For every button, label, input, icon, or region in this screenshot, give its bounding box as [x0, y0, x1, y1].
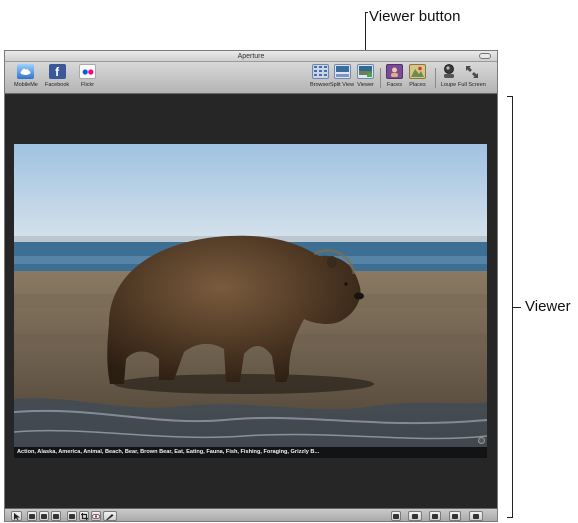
metadata-display-icon — [393, 513, 399, 519]
browser-icon — [311, 64, 329, 79]
viewer-bracket-bottom — [507, 517, 513, 518]
rotate-tool-button[interactable] — [27, 511, 37, 521]
viewer-callout-tick — [512, 307, 521, 308]
red-eye-tool-button[interactable] — [91, 511, 101, 521]
places-label: Places — [409, 82, 426, 88]
viewer-callout: Viewer — [525, 298, 571, 315]
bottom-toolbar — [5, 508, 497, 521]
aperture-window: Aperture MobileMe f Facebook Flickr Brow… — [4, 50, 498, 522]
flickr-label: Flickr — [80, 82, 95, 88]
lift-icon — [41, 513, 47, 519]
facebook-button[interactable]: f Facebook — [45, 64, 69, 88]
split-view-button[interactable]: Split View — [330, 64, 354, 88]
inspector-toggle-button[interactable] — [429, 511, 441, 521]
toolbar: MobileMe f Facebook Flickr Browser Split… — [5, 62, 497, 94]
bear-photo[interactable] — [14, 144, 487, 458]
rotate-icon — [29, 513, 35, 519]
metadata-badge-icon[interactable] — [478, 437, 485, 444]
selection-tool-button[interactable] — [11, 511, 22, 521]
mobileme-label: MobileMe — [14, 82, 38, 88]
hud-toggle-button[interactable] — [449, 511, 461, 521]
viewer-label: Viewer — [357, 82, 374, 88]
inspector-toggle-icon — [432, 513, 438, 519]
flickr-button[interactable]: Flickr — [79, 64, 96, 88]
stamp-tool-button[interactable] — [51, 511, 61, 521]
window-title: Aperture — [237, 53, 265, 60]
full-screen-icon — [463, 64, 480, 79]
control-bar-icon — [473, 513, 479, 519]
browser-button[interactable]: Browser — [310, 64, 330, 88]
brush-tool-button[interactable] — [103, 511, 117, 521]
viewer-mode-icon — [412, 513, 418, 519]
loupe-button[interactable]: Loupe — [440, 64, 457, 88]
straighten-icon — [69, 513, 75, 519]
facebook-label: Facebook — [45, 82, 70, 88]
faces-button[interactable]: Faces — [386, 64, 403, 88]
toolbar-toggle-button[interactable] — [479, 53, 491, 59]
places-icon — [409, 64, 426, 79]
control-bar-button[interactable] — [469, 511, 483, 521]
browser-label: Browser — [310, 82, 331, 88]
viewer-button[interactable]: Viewer — [357, 64, 374, 88]
viewer-button-callout-tick — [365, 12, 368, 13]
full-screen-label: Full Screen — [458, 82, 486, 88]
arrow-pointer-icon — [13, 512, 20, 520]
faces-label: Faces — [387, 82, 402, 88]
split-view-label: Split View — [330, 82, 355, 88]
flickr-icon — [79, 64, 96, 79]
loupe-label: Loupe — [440, 82, 457, 88]
red-eye-icon — [92, 513, 100, 519]
toolbar-separator — [380, 68, 381, 88]
crop-tool-button[interactable] — [79, 511, 89, 521]
metadata-display-button[interactable] — [391, 511, 401, 521]
title-bar: Aperture — [5, 51, 497, 62]
hud-toggle-icon — [452, 513, 458, 519]
viewer-pane[interactable]: Action, Alaska, America, Animal, Beach, … — [5, 95, 497, 508]
brush-icon — [105, 513, 113, 520]
places-button[interactable]: Places — [409, 64, 426, 88]
stamp-icon — [53, 513, 59, 519]
straighten-tool-button[interactable] — [67, 511, 77, 521]
mobileme-button[interactable]: MobileMe — [14, 64, 38, 88]
keywords-overlay: Action, Alaska, America, Animal, Beach, … — [14, 447, 487, 458]
loupe-icon — [440, 64, 457, 79]
mobileme-icon — [17, 64, 35, 79]
full-screen-button[interactable]: Full Screen — [458, 64, 486, 88]
faces-icon — [386, 64, 403, 79]
toolbar-separator — [435, 68, 436, 88]
viewer-mode-button[interactable] — [408, 511, 422, 521]
viewer-button-callout: Viewer button — [369, 8, 461, 25]
split-view-icon — [333, 64, 351, 79]
viewer-icon — [357, 64, 374, 79]
crop-icon — [80, 512, 88, 520]
facebook-icon: f — [48, 64, 66, 79]
lift-tool-button[interactable] — [39, 511, 49, 521]
